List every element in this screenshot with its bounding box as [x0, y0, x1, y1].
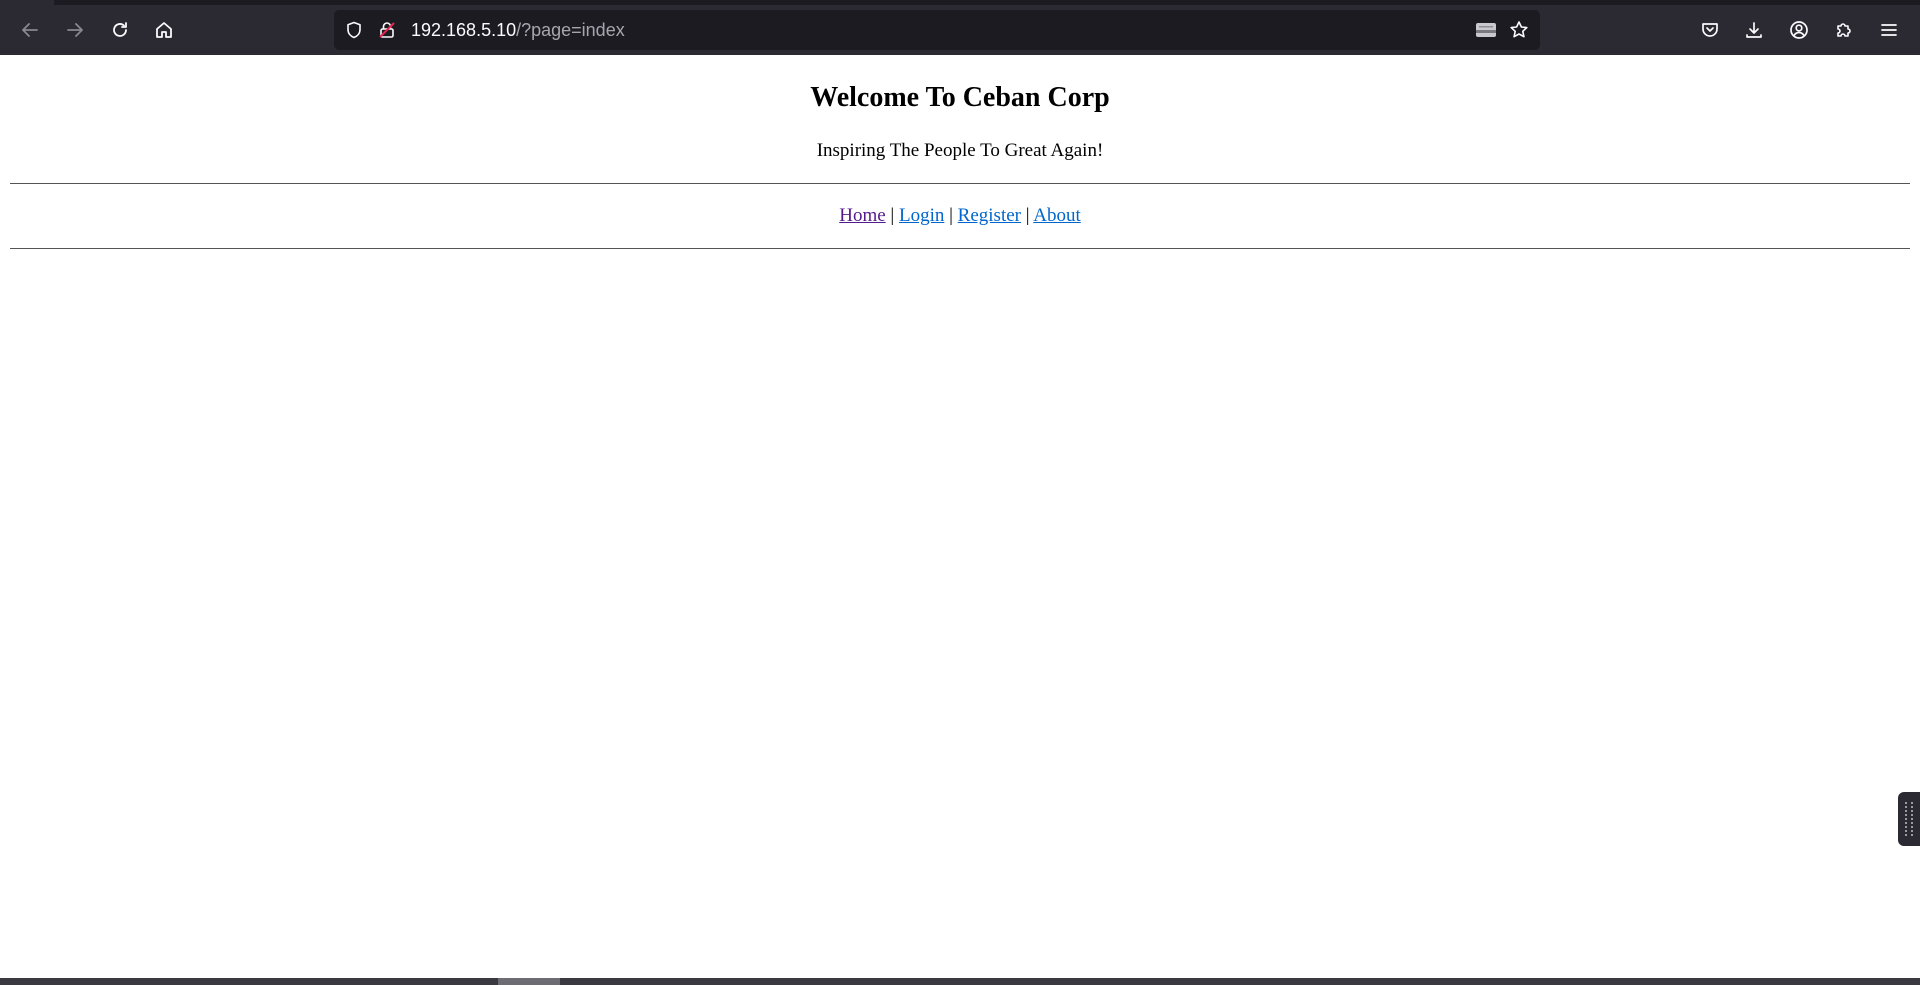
grip-icon [1905, 802, 1913, 836]
url-bar[interactable]: 192.168.5.10/?page=index [334, 10, 1540, 50]
puzzle-icon [1837, 23, 1851, 37]
arrow-left-icon [22, 23, 38, 37]
insecure-lock-icon[interactable] [377, 20, 397, 40]
nav-link-home[interactable]: Home [839, 205, 885, 226]
url-text[interactable]: 192.168.5.10/?page=index [411, 10, 625, 50]
scrollbar-thumb[interactable] [498, 978, 560, 985]
home-button[interactable] [147, 13, 181, 47]
reload-button[interactable] [103, 13, 137, 47]
browser-toolbar: 192.168.5.10/?page=index [0, 5, 1920, 55]
extensions-button[interactable] [1827, 13, 1861, 47]
account-icon [1790, 21, 1808, 39]
url-path: /?page=index [516, 20, 625, 40]
shield-icon[interactable] [344, 20, 364, 40]
arrow-right-icon [67, 23, 83, 37]
nav-separator: | [890, 205, 895, 226]
page-subtitle: Inspiring The People To Great Again! [816, 140, 1104, 161]
menu-button[interactable] [1872, 13, 1906, 47]
reader-icon[interactable] [1474, 20, 1498, 40]
site-nav: Home | Login | Register | About [0, 205, 1920, 227]
account-button[interactable] [1782, 13, 1816, 47]
star-icon[interactable] [1509, 20, 1529, 40]
download-icon [1746, 22, 1762, 38]
bottom-divider [10, 248, 1910, 249]
forward-button[interactable] [58, 13, 92, 47]
url-host: 192.168.5.10 [411, 20, 517, 40]
nav-link-register[interactable]: Register [958, 205, 1021, 226]
horizontal-scrollbar[interactable] [0, 978, 1920, 985]
back-button[interactable] [13, 13, 47, 47]
nav-separator: | [949, 205, 953, 226]
pocket-icon [1702, 23, 1718, 37]
nav-link-login[interactable]: Login [899, 205, 944, 226]
home-icon [156, 22, 172, 38]
page-content: Welcome To Ceban Corp Inspiring The Peop… [0, 55, 1920, 985]
nav-separator: | [1025, 205, 1030, 226]
reload-icon [113, 22, 127, 37]
downloads-button[interactable] [1737, 13, 1771, 47]
pocket-button[interactable] [1693, 13, 1727, 47]
nav-link-about[interactable]: About [1033, 205, 1081, 226]
top-divider [10, 183, 1910, 184]
side-panel-handle[interactable] [1898, 792, 1920, 846]
hamburger-icon [1881, 24, 1897, 36]
page-title: Welcome To Ceban Corp [810, 82, 1110, 113]
